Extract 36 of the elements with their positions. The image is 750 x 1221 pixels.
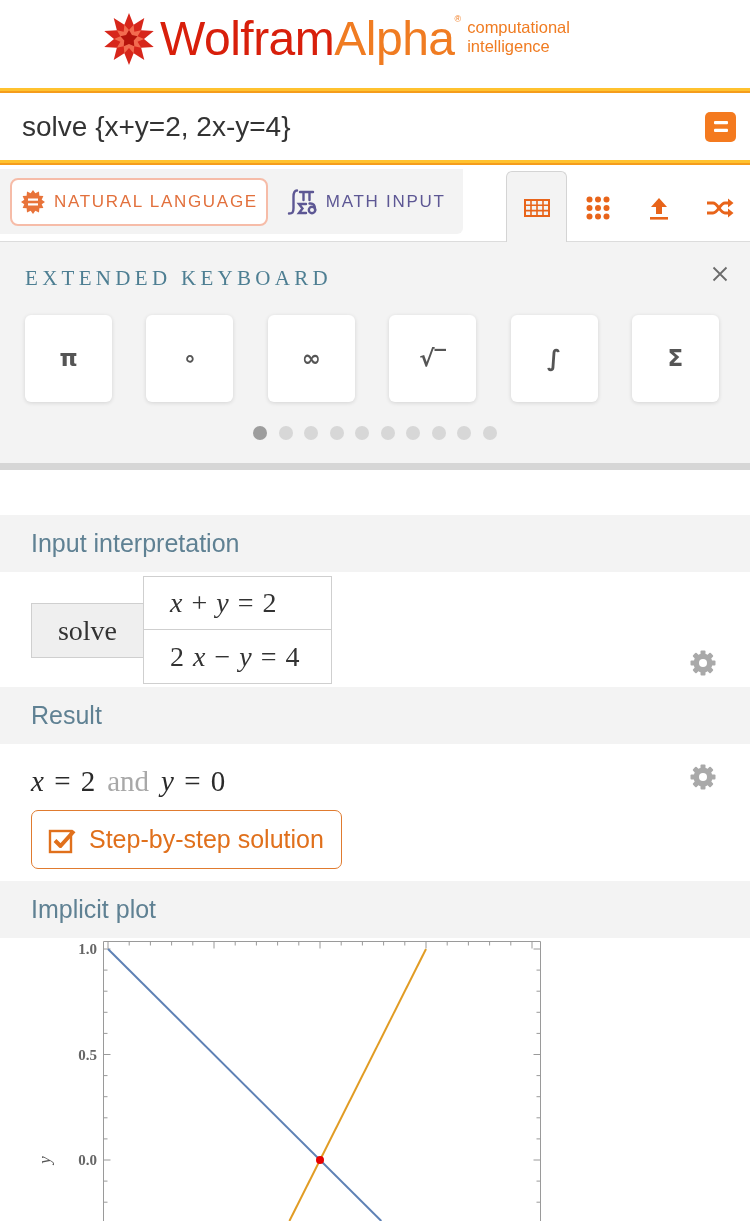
equals-icon: [713, 121, 728, 132]
table-cell: solve: [31, 602, 143, 658]
close-icon[interactable]: [712, 266, 728, 282]
query-field[interactable]: solve {x+y=2, 2x-y=4}: [22, 105, 695, 148]
logo-wordmark: WolframAlpha®: [160, 15, 462, 63]
conjunction-text: and: [107, 764, 150, 800]
pod-title: Result: [31, 699, 102, 731]
pod-title: Input interpretation: [31, 527, 240, 559]
table-cell: 2 x − y = 4: [143, 630, 332, 684]
tick-label: 0.0: [78, 1152, 97, 1168]
pod-title: Implicit plot: [31, 893, 157, 925]
logo-tagline: computational intelligence: [467, 18, 570, 56]
keyboard-title: EXTENDED KEYBOARD: [25, 265, 332, 292]
settings-icon[interactable]: [690, 650, 716, 676]
table-cell: x + y = 2: [143, 576, 332, 630]
keyboard-key[interactable]: ∫: [510, 315, 598, 402]
starburst-icon: [21, 189, 45, 214]
keyboard-key[interactable]: ∞: [267, 315, 355, 402]
axis-label: y: [35, 1156, 54, 1164]
math-symbols-icon: [286, 187, 317, 216]
keyboard-icon: [523, 199, 550, 217]
settings-icon[interactable]: [690, 764, 716, 790]
input-mode-tab[interactable]: MATH INPUT: [275, 177, 456, 226]
result-value: x = 2: [31, 764, 96, 800]
star-logo-icon: [103, 13, 155, 65]
dots-grid-icon: [585, 195, 610, 220]
shuffle-icon: [705, 197, 734, 218]
keyboard-key[interactable]: ∘: [146, 315, 234, 402]
keyboard-key[interactable]: Σ: [631, 315, 719, 402]
keyboard-key[interactable]: √‾: [389, 315, 477, 402]
intersection-point: [316, 1156, 324, 1164]
keyboard-key[interactable]: π: [25, 315, 112, 402]
tick-label: 1.0: [78, 941, 97, 957]
keyboard-tab[interactable]: [506, 171, 567, 242]
compute-button[interactable]: [705, 111, 736, 142]
tick-label: 0.5: [78, 1046, 97, 1063]
